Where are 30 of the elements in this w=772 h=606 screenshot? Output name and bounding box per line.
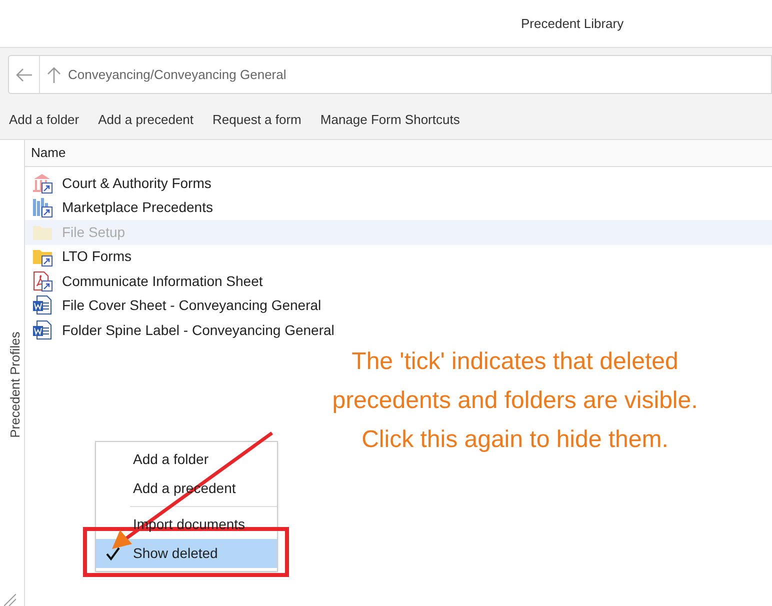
annotation-text: precedents and folders are visible. [332,386,698,416]
up-arrow-icon[interactable] [46,66,62,84]
item-name[interactable]: LTO Forms [62,246,132,268]
books-icon [32,197,54,218]
item-name[interactable]: Court & Authority Forms [62,172,212,194]
building-icon [32,172,54,194]
column-header[interactable]: Name [31,143,66,163]
item-name[interactable]: Communicate Information Sheet [62,270,263,292]
resize-grip-icon[interactable] [4,594,16,606]
annotation-text: The 'tick' indicates that deleted [352,347,678,377]
back-arrow-icon[interactable] [15,66,33,82]
toolbar-button[interactable]: Add a folder [9,110,80,130]
side-panel-tab[interactable]: Precedent Profiles [5,330,25,440]
folder-path: Conveyancing/Conveyancing General [68,66,286,84]
item-name[interactable]: Marketplace Precedents [62,197,213,218]
word-document-icon [32,320,54,341]
toolbar-button[interactable]: Manage Form Shortcuts [320,110,460,130]
annotation-text: Click this again to hide them. [362,425,668,455]
item-name[interactable]: Folder Spine Label - Conveyancing General [62,320,334,341]
item-name: File Setup [62,222,126,242]
word-document-icon [32,295,54,316]
checkmark-icon [105,546,121,560]
window-title: Precedent Library [521,14,624,33]
toolbar-button[interactable]: Add a precedent [98,110,194,130]
item-name[interactable]: File Cover Sheet - Conveyancing General [62,295,322,316]
menu-item[interactable]: Show deleted [96,539,277,568]
address-bar[interactable]: Conveyancing/Conveyancing General [8,55,772,94]
menu-item[interactable]: Add a folder [96,445,277,474]
toolbar-button[interactable]: Request a form [212,110,302,130]
pdf-file-icon [32,270,54,292]
